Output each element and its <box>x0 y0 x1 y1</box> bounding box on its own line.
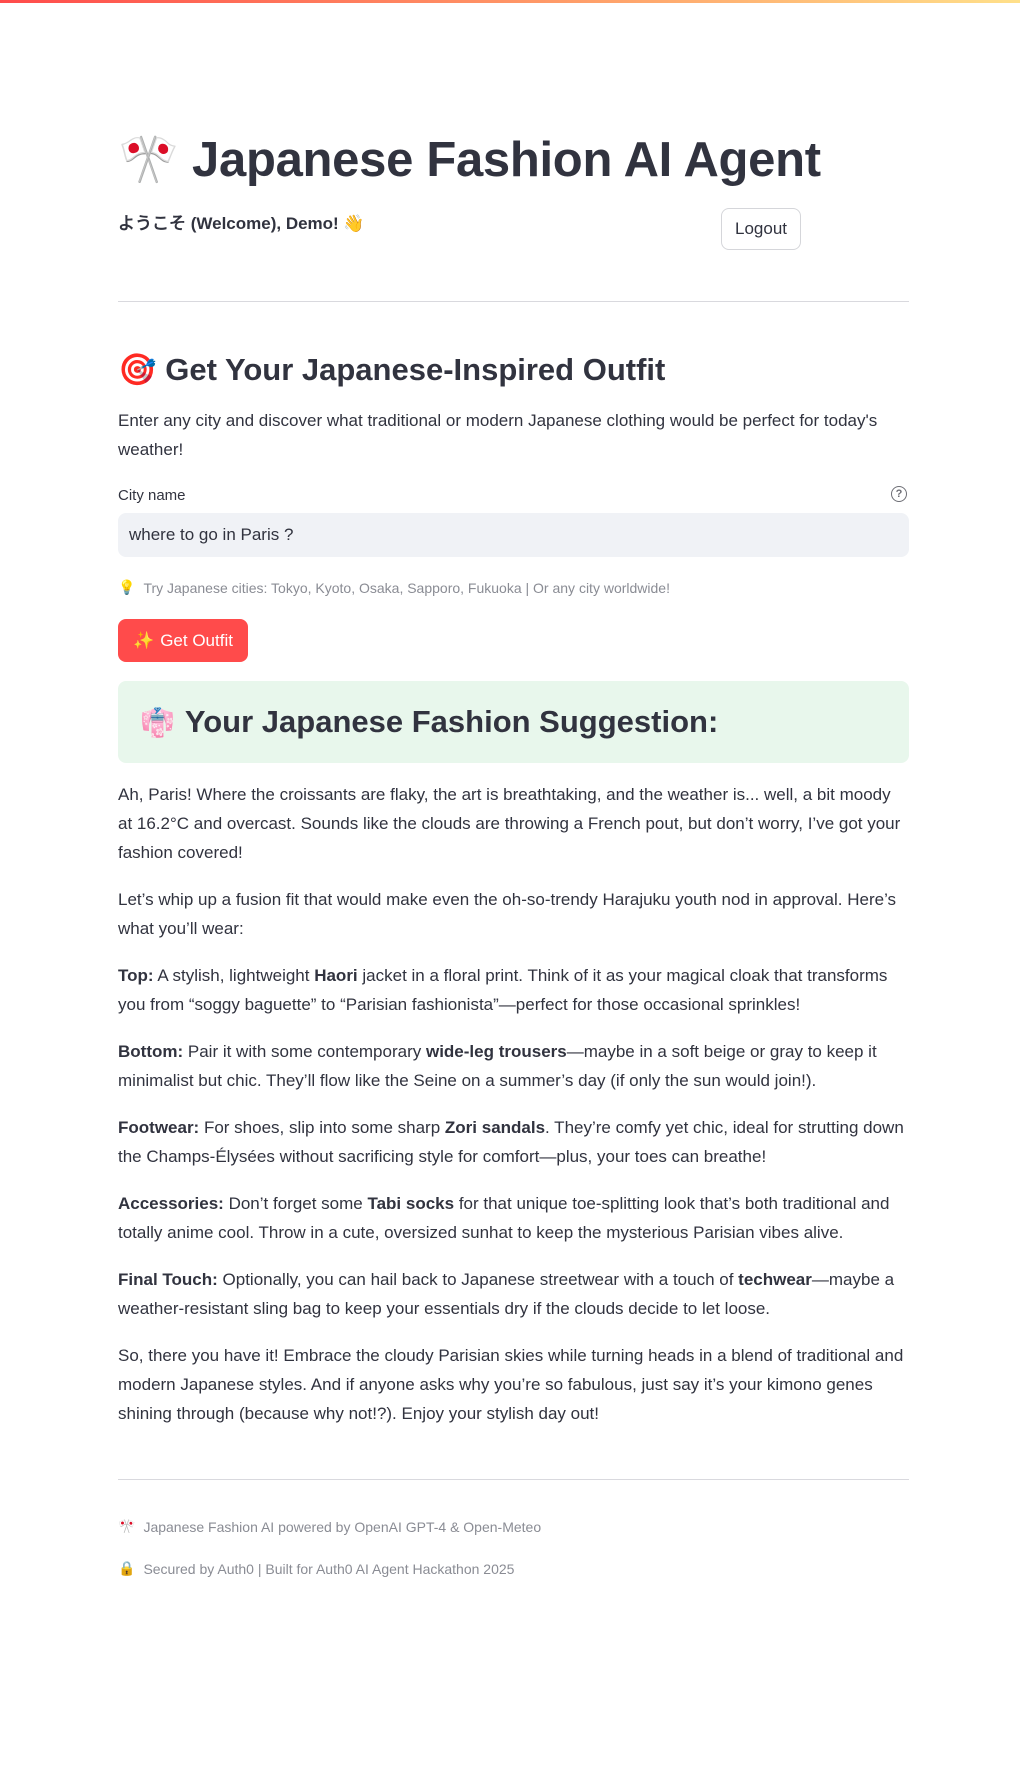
page-title: 🎌 Japanese Fashion AI Agent <box>118 130 821 190</box>
section-title-text: Get Your Japanese-Inspired Outfit <box>165 352 666 387</box>
footer-secured-by: 🔒 Secured by Auth0 | Built for Auth0 AI … <box>118 1561 515 1577</box>
city-name-input[interactable] <box>118 513 909 557</box>
response-footwear: Footwear: For shoes, slip into some shar… <box>118 1118 904 1166</box>
response-paragraph: Ah, Paris! Where the croissants are flak… <box>118 785 901 862</box>
footer-powered-by: 🎌 Japanese Fashion AI powered by OpenAI … <box>118 1519 542 1535</box>
suggestion-title: Your Japanese Fashion Suggestion: <box>184 704 719 739</box>
get-outfit-label: Get Outfit <box>160 630 233 650</box>
final-touch-label: Final Touch: <box>118 1270 218 1289</box>
suggestion-header-box: 👘 Your Japanese Fashion Suggestion: <box>118 681 909 763</box>
help-icon[interactable]: ? <box>891 486 907 502</box>
section-title: 🎯 Get Your Japanese-Inspired Outfit <box>118 350 665 390</box>
footwear-label: Footwear: <box>118 1118 200 1137</box>
lock-icon: 🔒 <box>118 1561 136 1577</box>
crossed-flags-icon: 🎌 <box>118 1519 136 1535</box>
section-intro: Enter any city and discover what traditi… <box>118 411 878 459</box>
welcome-message: ようこそ (Welcome), Demo! 👋 <box>118 214 365 233</box>
footer-divider <box>118 1479 909 1480</box>
page-title-text: Japanese Fashion AI Agent <box>192 133 821 187</box>
top-decoration-bar <box>0 0 1020 3</box>
response-closing: So, there you have it! Embrace the cloud… <box>118 1346 904 1423</box>
divider <box>118 301 909 302</box>
kimono-icon: 👘 <box>140 705 175 739</box>
get-outfit-button[interactable]: ✨ Get Outfit <box>118 619 248 662</box>
response-bottom: Bottom: Pair it with some contemporary w… <box>118 1042 877 1090</box>
response-accessories: Accessories: Don’t forget some Tabi sock… <box>118 1194 890 1242</box>
target-icon: 🎯 <box>118 352 157 388</box>
suggestion-response: Ah, Paris! Where the croissants are flak… <box>118 780 909 1446</box>
crossed-flags-icon: 🎌 <box>118 131 179 188</box>
response-top: Top: A stylish, lightweight Haori jacket… <box>118 966 888 1014</box>
accessories-label: Accessories: <box>118 1194 224 1213</box>
top-label: Top: <box>118 966 154 985</box>
city-name-label: City name <box>118 487 186 504</box>
city-hint: 💡 Try Japanese cities: Tokyo, Kyoto, Osa… <box>118 580 670 596</box>
bottom-label: Bottom: <box>118 1042 184 1061</box>
response-final-touch: Final Touch: Optionally, you can hail ba… <box>118 1270 895 1318</box>
sparkles-icon: ✨ <box>133 630 155 651</box>
light-bulb-icon: 💡 <box>118 580 136 596</box>
city-hint-text: Try Japanese cities: Tokyo, Kyoto, Osaka… <box>143 580 670 596</box>
response-paragraph: Let’s whip up a fusion fit that would ma… <box>118 890 897 938</box>
logout-button[interactable]: Logout <box>721 208 801 250</box>
